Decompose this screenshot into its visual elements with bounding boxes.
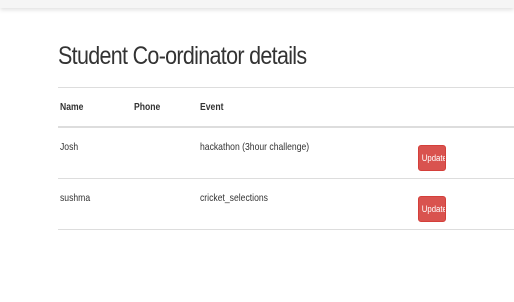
column-header-event: Event xyxy=(200,101,224,113)
update-button[interactable]: Update xyxy=(418,145,446,171)
table-header-row: Name Phone Event xyxy=(58,88,514,128)
table-row: sushma cricket_selections Update xyxy=(58,179,514,230)
top-navbar xyxy=(0,0,514,8)
coordinator-table: Name Phone Event Josh hackathon (3hour c… xyxy=(58,87,514,230)
table-row: Josh hackathon (3hour challenge) Update xyxy=(58,128,514,179)
cell-name: sushma xyxy=(60,192,91,204)
update-button[interactable]: Update xyxy=(418,196,446,222)
page-title: Student Co-ordinator details xyxy=(58,42,307,70)
cell-event: cricket_selections xyxy=(200,192,268,204)
column-header-name: Name xyxy=(60,101,84,113)
cell-name: Josh xyxy=(60,141,79,153)
update-button-label: Update xyxy=(421,153,446,164)
update-button-label: Update xyxy=(421,204,446,215)
cell-event: hackathon (3hour challenge) xyxy=(200,141,310,153)
column-header-phone: Phone xyxy=(134,101,161,113)
